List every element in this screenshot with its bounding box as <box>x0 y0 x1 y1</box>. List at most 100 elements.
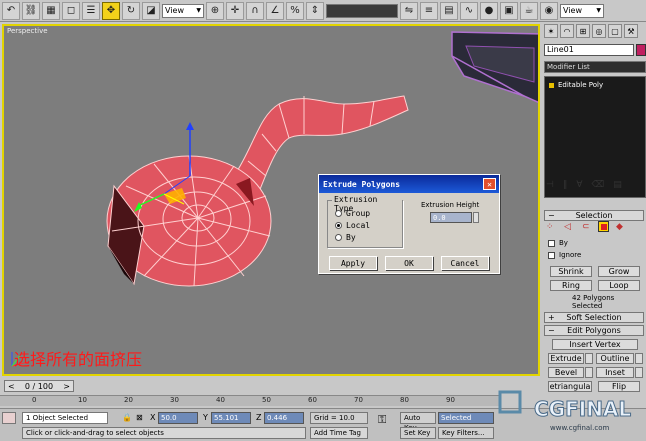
motion-tab-icon[interactable]: ◎ <box>592 24 606 38</box>
percent-snap-icon[interactable]: % <box>286 1 304 20</box>
stack-item-editable-poly[interactable]: Editable Poly <box>549 81 603 89</box>
utilities-tab-icon[interactable]: ⚒ <box>624 24 638 38</box>
hierarchy-tab-icon[interactable]: ⊞ <box>576 24 590 38</box>
radio-local[interactable]: Local <box>335 221 370 230</box>
cgfinal-watermark: CGFINAL www.cgfinal.com <box>498 390 632 432</box>
track-bar[interactable]: 0 10 20 30 40 50 60 70 80 90 <box>0 395 500 406</box>
stack-tools: ⊣ ‖ ∀ ⌫ ▤ <box>546 180 622 190</box>
extrude-button[interactable]: Extrude <box>548 353 584 364</box>
key-filters-button[interactable]: Key Filters... <box>438 427 494 439</box>
grow-button[interactable]: Grow <box>598 266 640 277</box>
ring-button[interactable]: Ring <box>550 280 592 291</box>
angle-snap-icon[interactable]: ∠ <box>266 1 284 20</box>
radio-by-icon[interactable] <box>335 234 342 241</box>
z-coordinate-field[interactable]: 0.446 <box>264 412 304 424</box>
radio-local-icon[interactable] <box>335 222 342 229</box>
make-unique-icon[interactable]: ∀ <box>576 180 582 190</box>
maxscript-listener-icon[interactable] <box>2 412 16 424</box>
cancel-button[interactable]: Cancel <box>441 256 489 270</box>
create-tab-icon[interactable]: ✶ <box>544 24 558 38</box>
quick-render-icon[interactable]: ◉ <box>540 1 558 20</box>
y-coordinate-field[interactable]: 55.101 <box>211 412 251 424</box>
radio-group-icon[interactable] <box>335 210 342 217</box>
inset-button[interactable]: Inset <box>596 367 634 378</box>
soft-selection-rollout-header[interactable]: + Soft Selection <box>544 312 644 323</box>
select-object-icon[interactable]: ▦ <box>42 1 60 20</box>
auto-key-button[interactable]: Auto Key <box>400 412 436 432</box>
link-icon[interactable]: ⛓ <box>22 1 40 20</box>
edit-polygons-rollout-header[interactable]: − Edit Polygons <box>544 325 644 336</box>
track-tick-label: 20 <box>124 396 133 404</box>
radio-by-polygon[interactable]: By <box>335 233 356 242</box>
outline-settings-icon[interactable] <box>635 353 643 364</box>
radio-by-label: By <box>346 233 356 242</box>
select-region-icon[interactable]: ◻ <box>62 1 80 20</box>
by-vertex-checkbox[interactable] <box>548 240 555 247</box>
time-slider-next-icon[interactable]: > <box>63 382 70 391</box>
selected-dropdown[interactable]: Selected <box>438 412 494 424</box>
dialog-title-bar[interactable]: Extrude Polygons ✕ <box>319 175 499 193</box>
object-color-swatch[interactable] <box>636 44 646 56</box>
outline-button[interactable]: Outline <box>596 353 634 364</box>
reference-coordinate-dropdown[interactable]: View ▼ <box>162 3 204 18</box>
key-mode-icon[interactable]: ⚿ <box>378 413 386 427</box>
ignore-backfacing-label: Ignore <box>559 251 582 259</box>
add-time-tag-button[interactable]: Add Time Tag <box>310 427 368 439</box>
shrink-button[interactable]: Shrink <box>550 266 592 277</box>
modifier-list-dropdown[interactable]: Modifier List <box>544 61 646 73</box>
insert-vertex-button[interactable]: Insert Vertex <box>552 339 638 350</box>
modify-tab-icon[interactable]: ◠ <box>560 24 574 38</box>
layers-icon[interactable]: ▤ <box>440 1 458 20</box>
material-editor-icon[interactable]: ● <box>480 1 498 20</box>
display-tab-icon[interactable]: ▢ <box>608 24 622 38</box>
radio-group[interactable]: Group <box>335 209 370 218</box>
select-by-name-icon[interactable]: ☰ <box>82 1 100 20</box>
align-icon[interactable]: ≡ <box>420 1 438 20</box>
loop-button[interactable]: Loop <box>598 280 640 291</box>
background-object[interactable] <box>451 31 540 104</box>
grid-size-display: Grid = 10.0 <box>310 412 368 424</box>
ignore-backfacing-checkbox[interactable] <box>548 252 555 259</box>
time-slider-prev-icon[interactable]: < <box>8 382 15 391</box>
object-name-field[interactable]: Line01 <box>544 44 634 56</box>
element-mode-icon[interactable]: ◆ <box>616 222 623 232</box>
set-key-button[interactable]: Set Key <box>400 427 436 439</box>
scale-icon[interactable]: ◪ <box>142 1 160 20</box>
curve-editor-icon[interactable]: ∿ <box>460 1 478 20</box>
render-icon[interactable]: ☕ <box>520 1 538 20</box>
mirror-icon[interactable]: ⇋ <box>400 1 418 20</box>
extrude-polygons-dialog: Extrude Polygons ✕ Extrusion Type Group … <box>318 174 500 274</box>
move-icon[interactable]: ✥ <box>102 1 120 20</box>
bevel-button[interactable]: Bevel <box>548 367 584 378</box>
edge-mode-icon[interactable]: ◁ <box>564 222 571 232</box>
rotate-icon[interactable]: ↻ <box>122 1 140 20</box>
inset-settings-icon[interactable] <box>635 367 643 378</box>
ok-button[interactable]: OK <box>385 256 433 270</box>
x-coordinate-field[interactable]: 50.0 <box>158 412 198 424</box>
time-slider[interactable]: < 0 / 100 > <box>4 380 74 392</box>
close-icon[interactable]: ✕ <box>483 178 496 190</box>
extrusion-height-input[interactable]: 0.0 <box>430 212 472 223</box>
spinner-snap-icon[interactable]: ⇕ <box>306 1 324 20</box>
select-manipulate-icon[interactable]: ✛ <box>226 1 244 20</box>
pin-stack-icon[interactable]: ⊣ <box>546 180 554 190</box>
render-setup-icon[interactable]: ▣ <box>500 1 518 20</box>
border-mode-icon[interactable]: ⊂ <box>582 222 590 232</box>
polygon-mode-icon[interactable] <box>598 221 609 232</box>
bevel-settings-icon[interactable] <box>585 367 593 378</box>
absolute-mode-icon[interactable]: ⊠ <box>136 413 143 422</box>
pivot-icon[interactable]: ⊕ <box>206 1 224 20</box>
undo-icon[interactable]: ↶ <box>2 1 20 20</box>
vertex-mode-icon[interactable]: ⁘ <box>546 222 554 232</box>
remove-modifier-icon[interactable]: ⌫ <box>592 180 605 190</box>
extrude-settings-icon[interactable] <box>585 353 593 364</box>
show-end-result-icon[interactable]: ‖ <box>563 180 568 190</box>
render-view-dropdown[interactable]: View ▼ <box>560 3 604 18</box>
extrusion-height-spinner[interactable] <box>473 212 479 223</box>
configure-modifiers-icon[interactable]: ▤ <box>613 180 622 190</box>
snap-3d-icon[interactable]: ∩ <box>246 1 264 20</box>
selection-rollout-header[interactable]: − Selection <box>544 210 644 221</box>
apply-button[interactable]: Apply <box>329 256 377 270</box>
named-selection-dropdown[interactable] <box>326 3 398 18</box>
lock-selection-icon[interactable]: 🔒 <box>122 413 132 422</box>
